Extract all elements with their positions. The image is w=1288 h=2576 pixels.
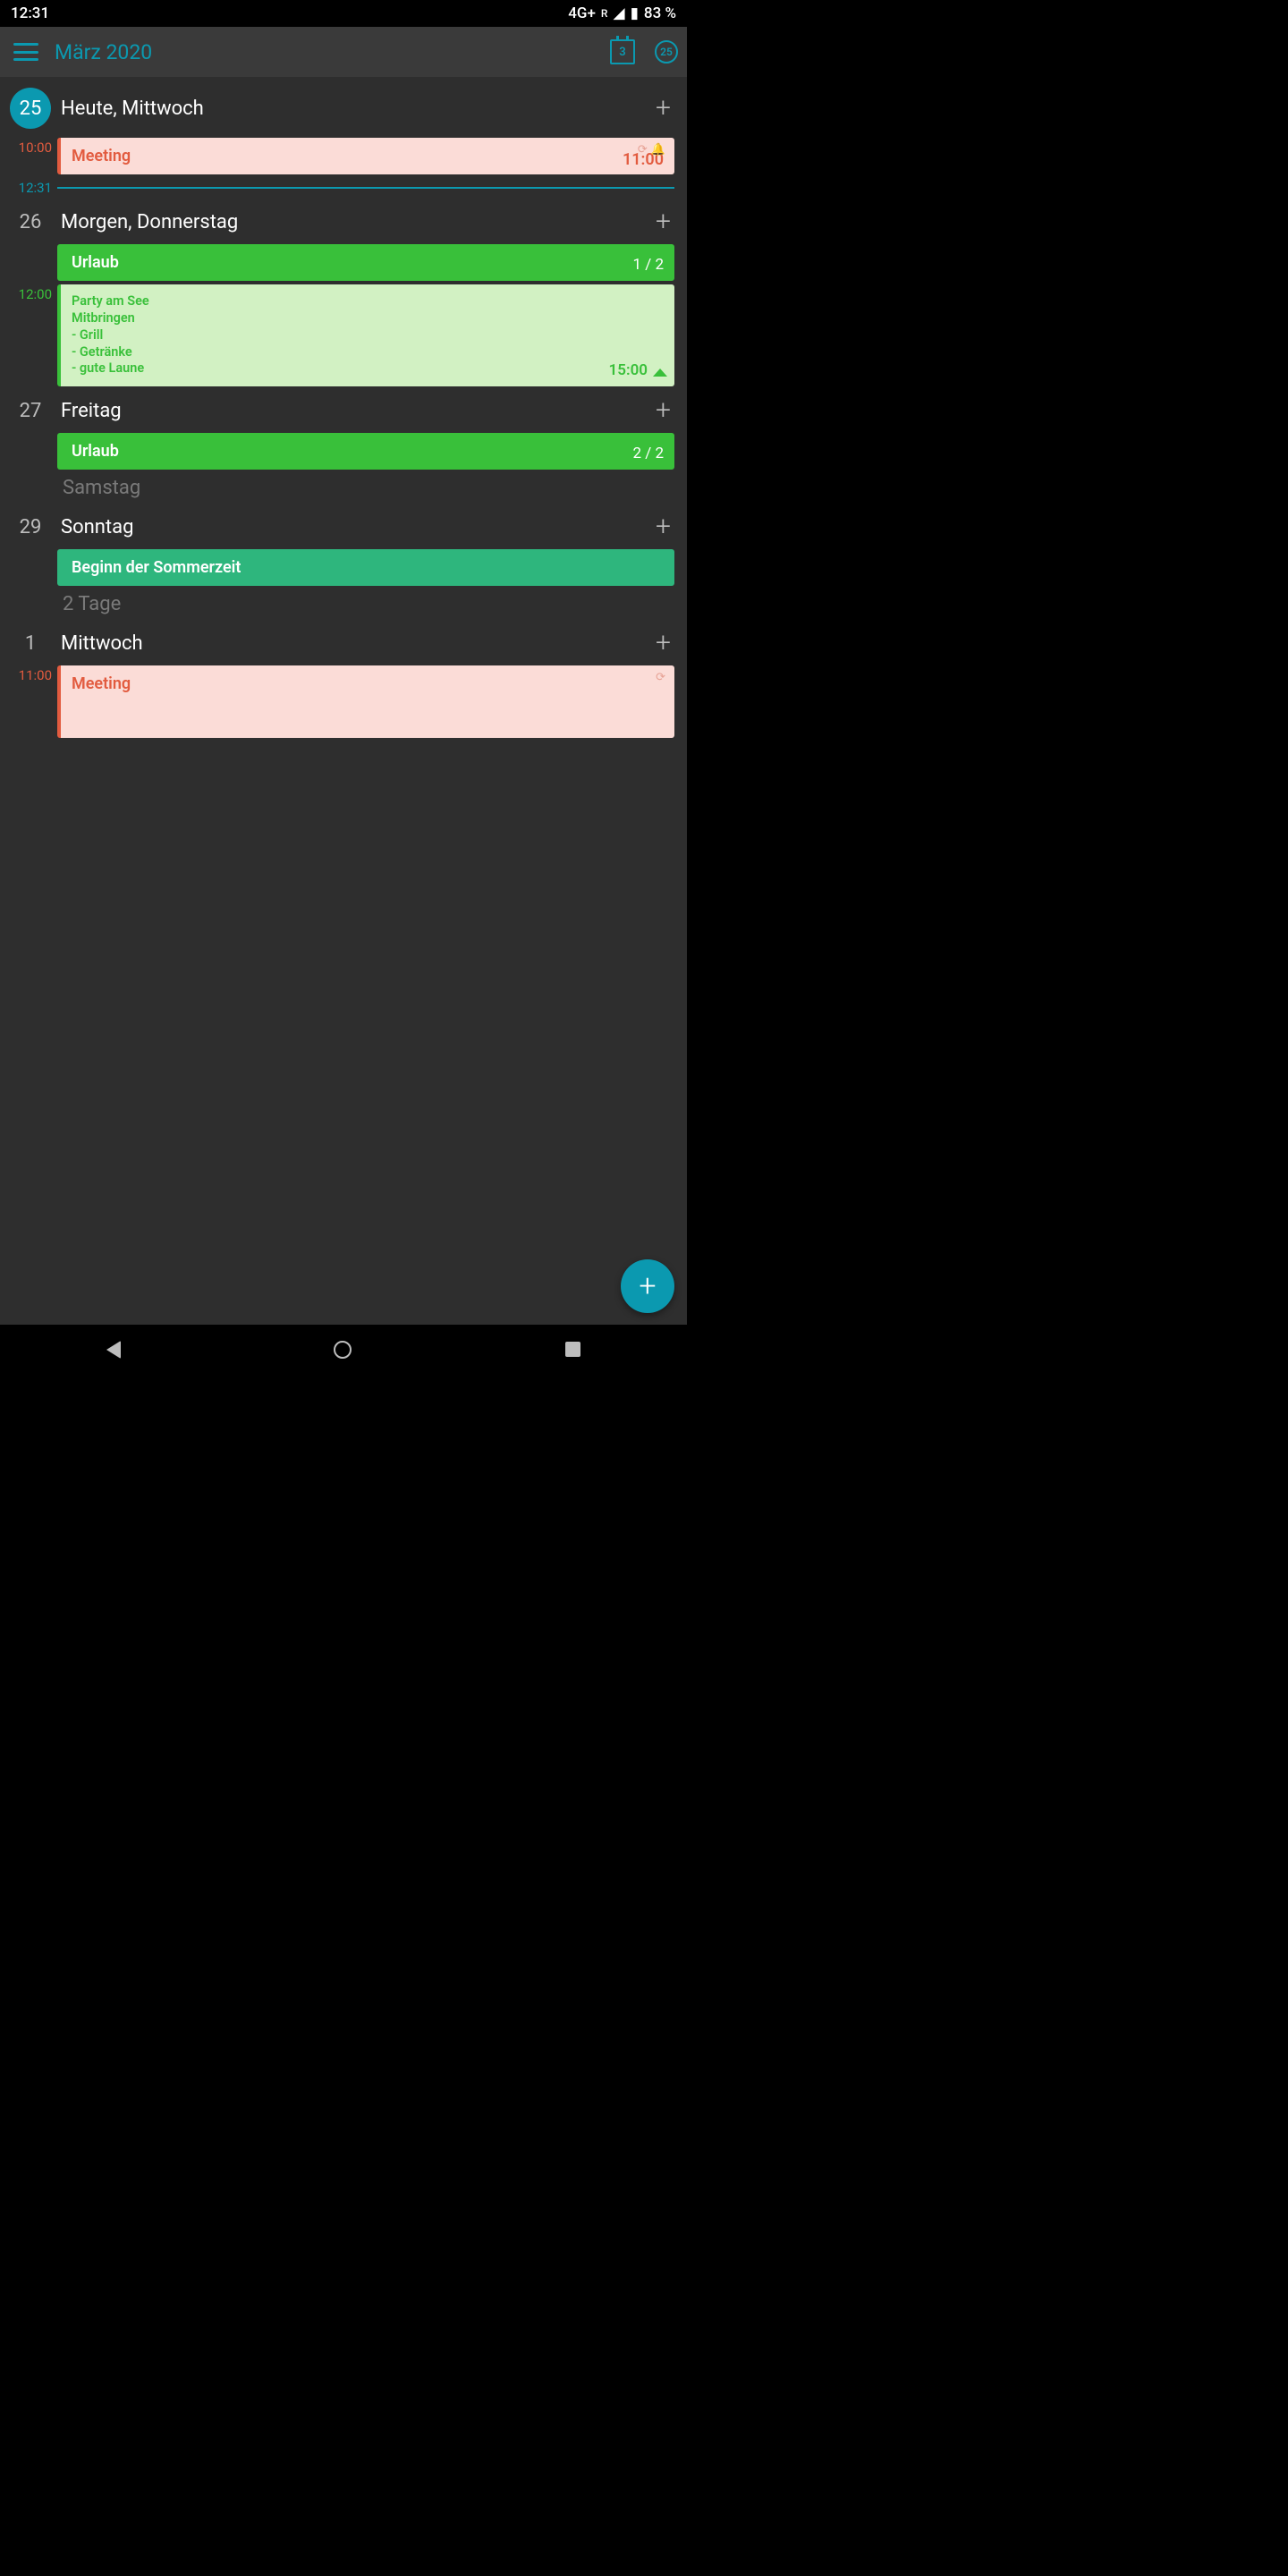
day-header[interactable]: 1 Mittwoch+ <box>0 621 687 664</box>
event-counter: 1 / 2 <box>632 256 664 274</box>
collapse-icon[interactable] <box>653 369 667 377</box>
event-indicator-icons: ⟳ <box>656 671 665 684</box>
day-number: 29 <box>7 516 54 538</box>
repeat-icon: ⟳ <box>656 671 665 684</box>
event-title: Urlaub <box>72 442 664 461</box>
day-number: 27 <box>7 400 54 422</box>
event-row: 11:00 Meeting⟳ <box>0 664 687 704</box>
today-button[interactable]: 3 <box>610 39 635 64</box>
now-line <box>57 187 674 189</box>
back-button[interactable] <box>106 1341 121 1359</box>
event-start-time <box>9 433 57 435</box>
event-start-time <box>9 549 57 551</box>
day-divider: 2 Tage <box>0 588 687 621</box>
event-text-line: - Grill <box>72 327 664 344</box>
event-start-time: 12:00 <box>9 284 57 302</box>
roaming-label: R <box>601 7 608 20</box>
event-row: 12:00Party am SeeMitbringen- Grill- Getr… <box>0 283 687 388</box>
now-time: 12:31 <box>9 180 57 196</box>
battery-pct: 83 % <box>644 4 676 22</box>
event-indicator-icons: ⟳🔔 <box>638 143 665 157</box>
event-row: Urlaub2 / 2 <box>0 431 687 471</box>
recents-button[interactable] <box>565 1342 580 1357</box>
day-header[interactable]: 27 Freitag+ <box>0 388 687 431</box>
event-row: Urlaub1 / 2 <box>0 242 687 283</box>
event-card[interactable]: Urlaub2 / 2 <box>57 433 674 470</box>
day-label: Heute, Mittwoch <box>61 97 656 120</box>
event-card[interactable]: Meeting11:00⟳🔔 <box>57 138 674 174</box>
battery-icon: ▮ <box>631 4 639 22</box>
divider-label: 2 Tage <box>63 593 674 615</box>
repeat-icon: ⟳ <box>638 143 648 157</box>
event-title: Urlaub <box>72 253 664 272</box>
event-title: Beginn der Sommerzeit <box>72 558 664 577</box>
event-card[interactable]: Party am SeeMitbringen- Grill- Getränke-… <box>57 284 674 386</box>
status-time: 12:31 <box>11 4 49 22</box>
day-label: Freitag <box>61 400 656 422</box>
event-end-time: 15:00 <box>609 361 648 379</box>
add-event-button[interactable]: + <box>656 95 674 122</box>
event-title: Meeting <box>72 674 664 693</box>
divider-label: Samstag <box>63 477 674 499</box>
event-row: Beginn der Sommerzeit <box>0 547 687 588</box>
status-bar: 12:31 4G+ R ◢ ▮ 83 % <box>0 0 687 27</box>
event-text-line: Mitbringen <box>72 310 664 327</box>
event-card[interactable]: Beginn der Sommerzeit <box>57 549 674 586</box>
event-start-time <box>9 244 57 246</box>
event-start-time: 10:00 <box>9 138 57 156</box>
day-label: Mittwoch <box>61 632 656 655</box>
event-text-line: - gute Laune <box>72 360 664 377</box>
add-event-fab[interactable]: + <box>621 1259 674 1313</box>
app-bar: März 2020 3 25 <box>0 27 687 77</box>
bell-icon: 🔔 <box>651 143 665 157</box>
day-header[interactable]: 26 Morgen, Donnerstag+ <box>0 199 687 242</box>
event-text-line: Party am See <box>72 293 664 310</box>
add-event-button[interactable]: + <box>656 397 674 424</box>
event-text-line: - Getränke <box>72 344 664 361</box>
day-header[interactable]: 25 Heute, Mittwoch+ <box>0 79 687 136</box>
event-title: Meeting <box>72 147 664 165</box>
nav-bar <box>0 1325 687 1374</box>
signal-icon: ◢ <box>613 4 624 22</box>
app-title[interactable]: März 2020 <box>55 40 610 64</box>
add-event-button[interactable]: + <box>656 630 674 657</box>
event-card[interactable]: Urlaub1 / 2 <box>57 244 674 281</box>
event-card[interactable]: Meeting⟳ <box>57 665 674 738</box>
day-badge[interactable]: 25 <box>655 40 678 64</box>
add-event-button[interactable]: + <box>656 513 674 540</box>
day-number: 1 <box>7 632 54 655</box>
now-indicator: 12:31 <box>0 176 687 199</box>
menu-icon[interactable] <box>13 43 38 61</box>
day-header[interactable]: 29 Sonntag+ <box>0 504 687 547</box>
network-label: 4G+ <box>568 4 596 22</box>
day-divider: Samstag <box>0 471 687 504</box>
add-event-button[interactable]: + <box>656 208 674 235</box>
day-label: Morgen, Donnerstag <box>61 211 656 233</box>
home-button[interactable] <box>334 1341 352 1359</box>
day-number: 26 <box>7 211 54 233</box>
agenda-list[interactable]: 25Heute, Mittwoch+10:00Meeting11:00⟳🔔12:… <box>0 77 687 1325</box>
day-label: Sonntag <box>61 516 656 538</box>
day-number: 25 <box>10 88 51 129</box>
event-counter: 2 / 2 <box>632 445 664 462</box>
calendar-icon: 3 <box>610 39 635 64</box>
event-start-time: 11:00 <box>9 665 57 683</box>
event-row: 10:00Meeting11:00⟳🔔 <box>0 136 687 176</box>
